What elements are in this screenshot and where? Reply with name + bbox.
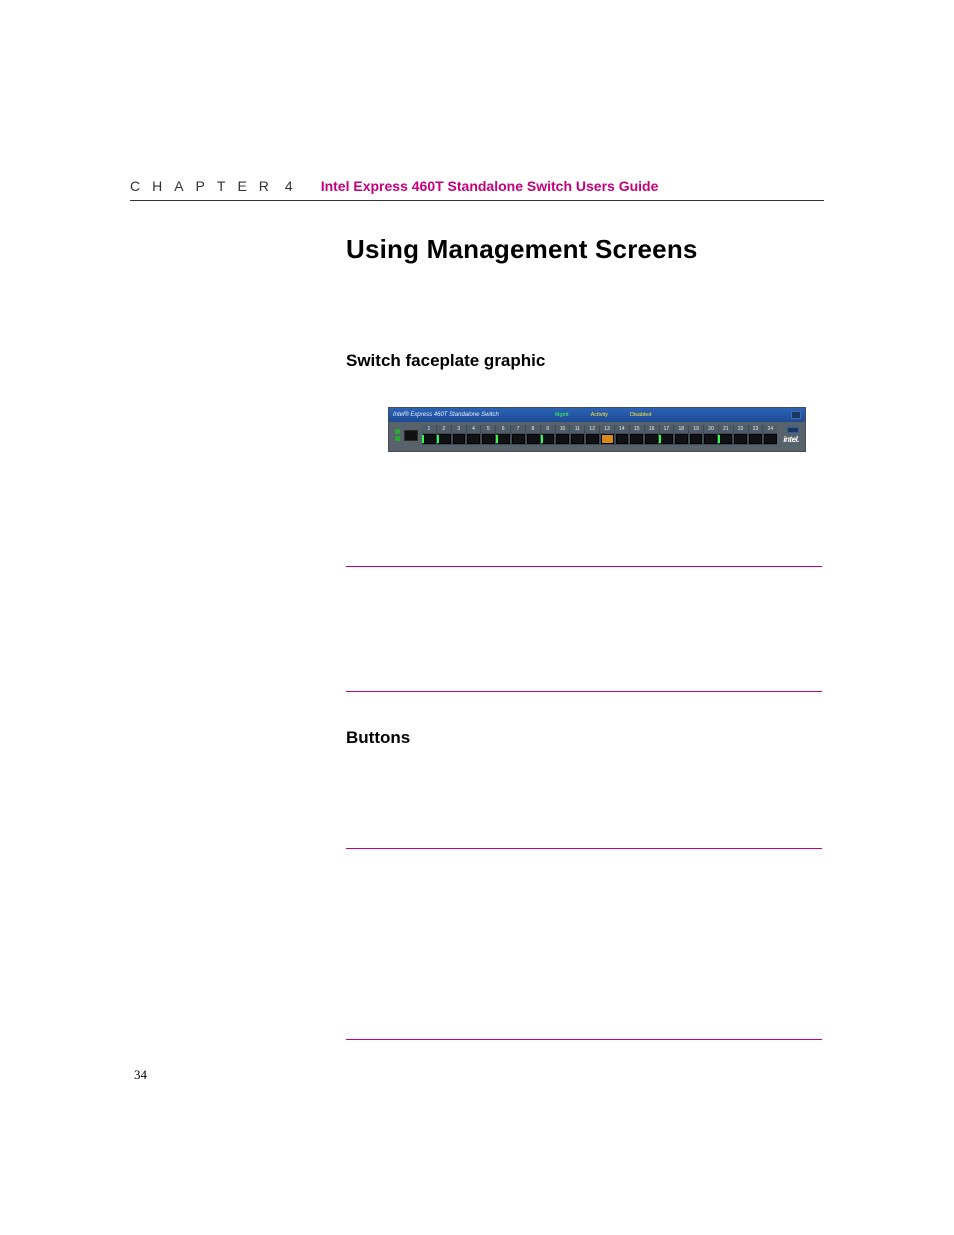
legend-mgmt: Mgmt	[555, 412, 569, 418]
ethernet-port-icon	[438, 434, 451, 444]
port-number: 2	[437, 425, 452, 433]
ethernet-port-icon	[453, 434, 466, 444]
section-heading-faceplate: Switch faceplate graphic	[346, 351, 822, 371]
chapter-number: 4	[285, 178, 293, 194]
legend-activity: Activity	[591, 412, 608, 418]
ethernet-port-icon	[660, 434, 673, 444]
ethernet-port-icon	[675, 434, 688, 444]
faceplate-body: 1 2 3 4 5 6 7 8 9 10 11 12 13	[389, 422, 805, 451]
port-number: 15	[630, 425, 645, 433]
ethernet-port-icon	[527, 434, 540, 444]
section-divider	[346, 1039, 822, 1040]
legend-disabled: Disabled	[630, 412, 651, 418]
port-number: 16	[645, 425, 660, 433]
port-number: 14	[615, 425, 630, 433]
port-number: 1	[422, 425, 437, 433]
port-number: 23	[749, 425, 764, 433]
port-number: 13	[600, 425, 615, 433]
ethernet-port-icon	[556, 434, 569, 444]
status-led-icon	[395, 429, 400, 434]
ethernet-port-icon	[423, 434, 436, 444]
ethernet-port-icon	[764, 434, 777, 444]
port-row	[422, 433, 777, 445]
page-title: Using Management Screens	[346, 234, 822, 265]
faceplate-status-legend: Mgmt Activity Disabled	[555, 412, 652, 418]
ethernet-port-icon	[630, 434, 643, 444]
ethernet-port-icon	[734, 434, 747, 444]
ethernet-port-icon	[467, 434, 480, 444]
ethernet-port-icon	[704, 434, 717, 444]
section-heading-buttons: Buttons	[346, 728, 822, 748]
section-divider	[346, 566, 822, 567]
chapter-label: CHAPTER	[130, 178, 281, 194]
running-header: CHAPTER 4 Intel Express 460T Standalone …	[130, 178, 824, 201]
section-divider	[346, 848, 822, 849]
port-number: 12	[585, 425, 600, 433]
port-number: 20	[704, 425, 719, 433]
ethernet-port-icon	[482, 434, 495, 444]
expansion-slot-icon	[787, 427, 799, 433]
port-number: 3	[452, 425, 467, 433]
buttons-section: Buttons	[346, 728, 822, 748]
faceplate-product-label: Intel® Express 460T Standalone Switch	[393, 412, 499, 418]
port-number: 17	[660, 425, 675, 433]
faceplate-figure: Intel® Express 460T Standalone Switch Mg…	[388, 407, 822, 452]
intel-logo: intel.	[783, 435, 799, 444]
ethernet-port-icon	[497, 434, 510, 444]
switch-faceplate: Intel® Express 460T Standalone Switch Mg…	[388, 407, 806, 452]
port-number: 19	[689, 425, 704, 433]
port-grid: 1 2 3 4 5 6 7 8 9 10 11 12 13	[422, 425, 777, 445]
port-number: 6	[496, 425, 511, 433]
ethernet-port-icon	[601, 434, 614, 444]
port-number: 18	[674, 425, 689, 433]
ethernet-port-icon	[571, 434, 584, 444]
port-number: 21	[719, 425, 734, 433]
port-number: 8	[526, 425, 541, 433]
port-number: 11	[570, 425, 585, 433]
header-rule	[130, 200, 824, 201]
section-divider	[346, 691, 822, 692]
content-column: Using Management Screens Switch faceplat…	[346, 234, 822, 1040]
status-led-icon	[395, 436, 400, 441]
ethernet-port-icon	[616, 434, 629, 444]
guide-title: Intel Express 460T Standalone Switch Use…	[321, 178, 659, 194]
port-number: 24	[763, 425, 777, 433]
faceplate-right: intel.	[783, 427, 799, 444]
ethernet-port-icon	[512, 434, 525, 444]
header-line: CHAPTER 4 Intel Express 460T Standalone …	[130, 178, 824, 194]
port-number: 4	[467, 425, 482, 433]
port-number: 22	[734, 425, 749, 433]
port-number: 10	[556, 425, 571, 433]
port-number: 7	[511, 425, 526, 433]
ethernet-port-icon	[690, 434, 703, 444]
port-number-strip: 1 2 3 4 5 6 7 8 9 10 11 12 13	[422, 425, 777, 433]
ethernet-port-icon	[586, 434, 599, 444]
ethernet-port-icon	[749, 434, 762, 444]
console-port-icon	[404, 430, 418, 441]
faceplate-titlebar: Intel® Express 460T Standalone Switch Mg…	[389, 408, 805, 422]
ethernet-port-icon	[719, 434, 732, 444]
ethernet-port-icon	[542, 434, 555, 444]
page-number: 34	[134, 1067, 147, 1083]
status-led-column	[395, 429, 400, 441]
port-number: 9	[541, 425, 556, 433]
ethernet-port-icon	[645, 434, 658, 444]
window-control-icon	[791, 411, 801, 419]
document-page: CHAPTER 4 Intel Express 460T Standalone …	[0, 0, 954, 1235]
port-number: 5	[481, 425, 496, 433]
